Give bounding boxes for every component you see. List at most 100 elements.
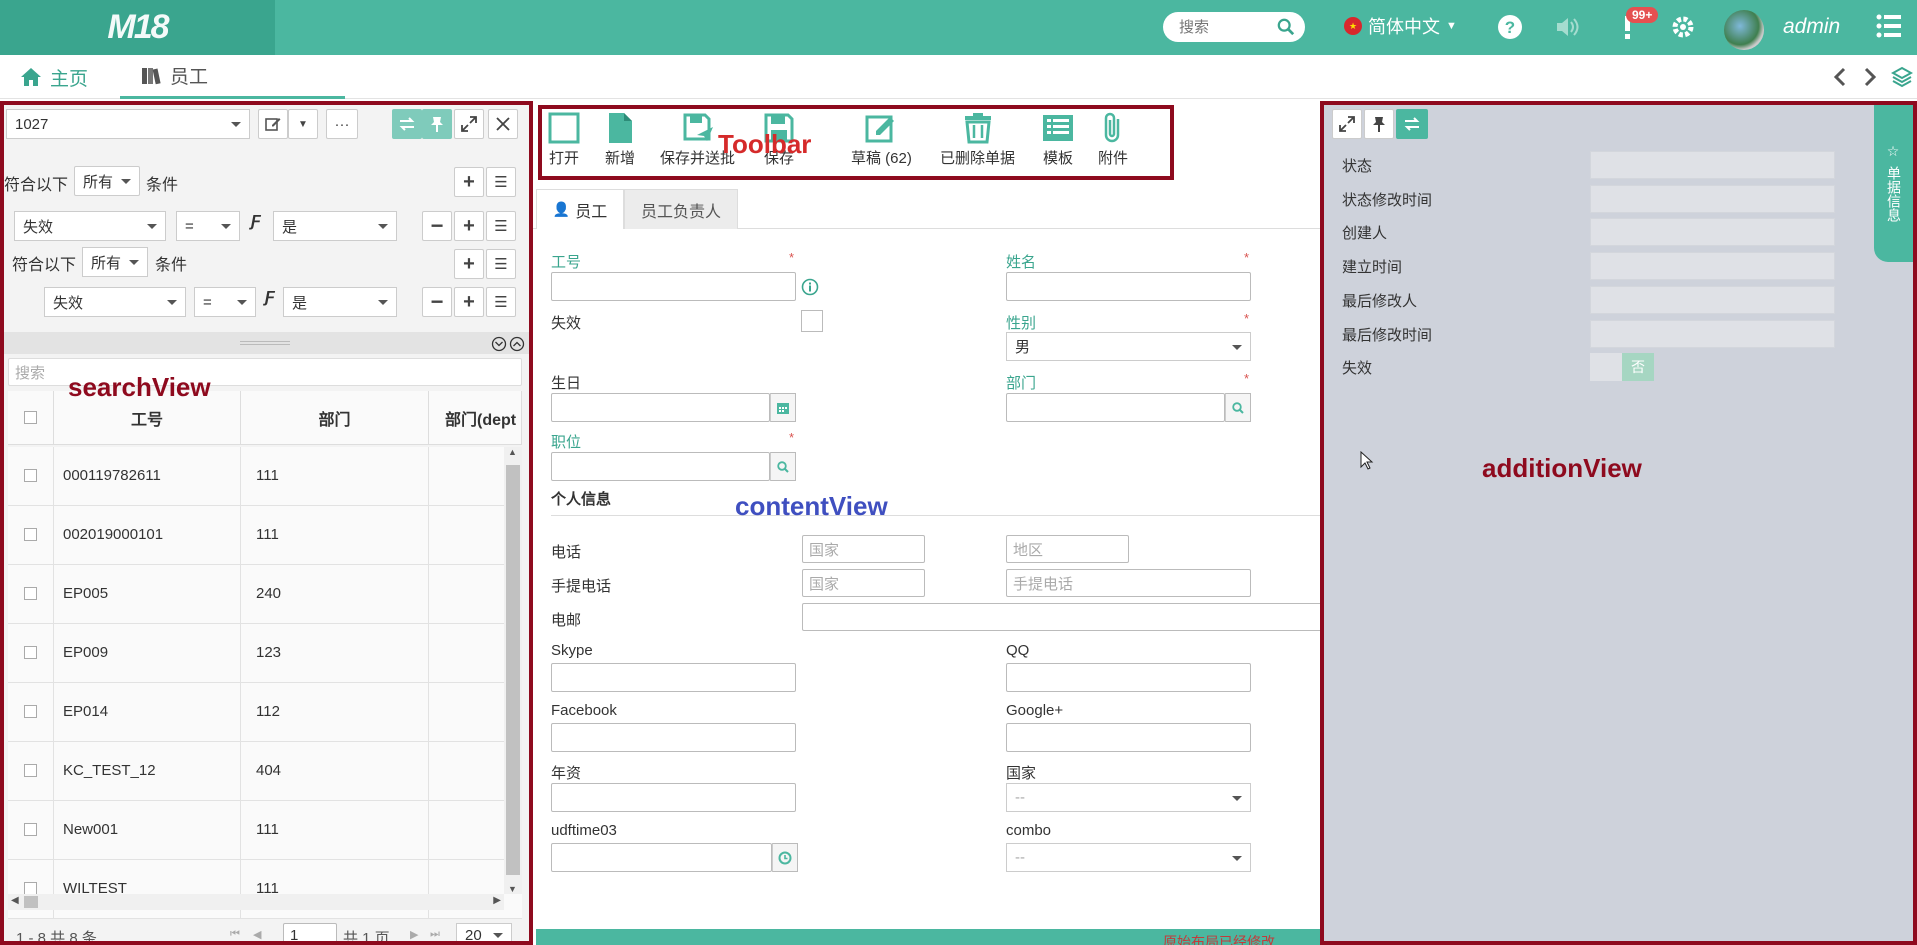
- phone-country-input[interactable]: 国家: [802, 535, 925, 563]
- add-condition-button[interactable]: +: [454, 249, 484, 279]
- cond1-op-select[interactable]: =: [176, 211, 240, 241]
- row-checkbox[interactable]: [24, 587, 37, 600]
- code-input[interactable]: [551, 272, 796, 301]
- cond1-value-select[interactable]: 是: [273, 211, 397, 241]
- drag-handle-icon[interactable]: [240, 341, 290, 345]
- vertical-scrollbar[interactable]: ▲ ▼: [504, 447, 522, 894]
- close-button[interactable]: [488, 109, 518, 139]
- next-page-icon[interactable]: ▶: [410, 928, 418, 941]
- expand-button[interactable]: [1332, 109, 1362, 139]
- collapse-toggle-icon[interactable]: [491, 336, 525, 352]
- expand-button[interactable]: [454, 109, 484, 139]
- last-page-icon[interactable]: ⏭: [430, 928, 440, 941]
- scroll-down-icon[interactable]: ▼: [508, 884, 517, 894]
- scroll-left-icon[interactable]: [1832, 67, 1848, 87]
- record-selector[interactable]: 1027: [6, 109, 250, 139]
- group1-scope-select[interactable]: 所有: [74, 166, 140, 196]
- username[interactable]: admin: [1783, 15, 1840, 39]
- cond1-field-select[interactable]: 失效: [14, 211, 166, 241]
- mobile-input[interactable]: 手提电话: [1006, 569, 1251, 597]
- edit-button[interactable]: [258, 109, 288, 139]
- settings-icon[interactable]: [1669, 13, 1697, 41]
- swap-button[interactable]: [1396, 109, 1428, 139]
- layers-icon[interactable]: [1891, 66, 1913, 88]
- row-checkbox[interactable]: [24, 469, 37, 482]
- function-icon[interactable]: Ƒ: [251, 213, 261, 231]
- deleted-records-button[interactable]: 已删除单据: [940, 111, 1015, 168]
- template-button[interactable]: 模板: [1041, 111, 1075, 168]
- row-checkbox[interactable]: [24, 528, 37, 541]
- info-icon[interactable]: [801, 278, 819, 296]
- scrollbar-thumb[interactable]: [506, 465, 520, 875]
- prev-page-icon[interactable]: ◀: [253, 928, 261, 941]
- condition-list-button[interactable]: ☰: [486, 249, 516, 279]
- cond2-value-select[interactable]: 是: [283, 287, 397, 317]
- table-row[interactable]: KC_TEST_12 404: [8, 742, 522, 801]
- select-all-cell[interactable]: [8, 391, 54, 445]
- birthday-input[interactable]: [551, 393, 770, 422]
- select-all-checkbox[interactable]: [24, 411, 37, 424]
- seniority-input[interactable]: [551, 783, 796, 812]
- tab-employee-form[interactable]: 👤 员工: [536, 189, 624, 229]
- table-row[interactable]: New001 111: [8, 801, 522, 860]
- page-number-input[interactable]: 1: [283, 923, 337, 945]
- row-checkbox[interactable]: [24, 646, 37, 659]
- swap-button[interactable]: [392, 109, 422, 139]
- table-row[interactable]: 002019000101 111: [8, 506, 522, 565]
- tab-employee-manager[interactable]: 员工负责人: [624, 189, 738, 229]
- scroll-right-icon[interactable]: ▶: [493, 895, 501, 906]
- remove-condition-button[interactable]: −: [422, 211, 452, 241]
- app-logo[interactable]: M18: [0, 0, 275, 55]
- inactive-checkbox[interactable]: [801, 310, 823, 332]
- open-button[interactable]: 打开: [547, 111, 581, 168]
- date-picker-button[interactable]: [770, 393, 796, 422]
- mobile-country-input[interactable]: 国家: [802, 569, 925, 597]
- row-checkbox[interactable]: [24, 764, 37, 777]
- drafts-button[interactable]: 草稿 (62): [851, 111, 912, 168]
- row-checkbox[interactable]: [24, 823, 37, 836]
- more-button[interactable]: ···: [326, 109, 358, 139]
- notification-badge[interactable]: 99+: [1626, 7, 1659, 23]
- dept-input[interactable]: [1006, 393, 1225, 422]
- column-header-dept[interactable]: 部门: [241, 391, 429, 445]
- sound-icon[interactable]: [1553, 13, 1581, 41]
- pin-button[interactable]: [1364, 109, 1394, 139]
- scrollbar-thumb[interactable]: [24, 896, 38, 908]
- column-header-dept-code[interactable]: 部门(dept: [429, 391, 522, 445]
- group2-scope-select[interactable]: 所有: [82, 247, 148, 277]
- qq-input[interactable]: [1006, 663, 1251, 692]
- position-lookup-button[interactable]: [770, 452, 796, 481]
- udftime-input[interactable]: [551, 843, 772, 872]
- attachment-button[interactable]: 附件: [1096, 111, 1130, 168]
- function-icon[interactable]: Ƒ: [265, 289, 275, 307]
- menu-icon[interactable]: [1876, 12, 1902, 40]
- scroll-left-icon[interactable]: ◀: [11, 895, 19, 906]
- google-input[interactable]: [1006, 723, 1251, 752]
- language-switcher[interactable]: ★ 简体中文 ▼: [1344, 13, 1457, 39]
- edit-dropdown-button[interactable]: ▼: [288, 109, 318, 139]
- row-checkbox[interactable]: [24, 705, 37, 718]
- table-row[interactable]: EP014 112: [8, 683, 522, 742]
- add-condition-button[interactable]: +: [454, 211, 484, 241]
- layout-modified-bar[interactable]: 原始布局已经修改: [536, 929, 1320, 945]
- table-row[interactable]: WILTEST 111: [8, 860, 522, 919]
- tab-employee[interactable]: 员工: [120, 55, 345, 99]
- page-size-select[interactable]: 20: [456, 923, 512, 945]
- skype-input[interactable]: [551, 663, 796, 692]
- help-icon[interactable]: ?: [1496, 13, 1524, 41]
- condition-list-button[interactable]: ☰: [486, 211, 516, 241]
- cond2-op-select[interactable]: =: [194, 287, 256, 317]
- search-icon[interactable]: [1277, 18, 1295, 36]
- avatar[interactable]: [1724, 10, 1764, 50]
- cond2-field-select[interactable]: 失效: [44, 287, 186, 317]
- condition-list-button[interactable]: ☰: [486, 167, 516, 197]
- table-row[interactable]: 000119782611 111: [8, 447, 522, 506]
- scroll-right-icon[interactable]: [1862, 67, 1878, 87]
- gender-select[interactable]: 男: [1006, 332, 1251, 361]
- country-select[interactable]: --: [1006, 783, 1251, 812]
- global-search-input[interactable]: [1163, 12, 1273, 42]
- add-condition-button[interactable]: +: [454, 287, 484, 317]
- add-condition-button[interactable]: +: [454, 167, 484, 197]
- position-input[interactable]: [551, 452, 770, 481]
- email-input[interactable]: [802, 603, 1320, 631]
